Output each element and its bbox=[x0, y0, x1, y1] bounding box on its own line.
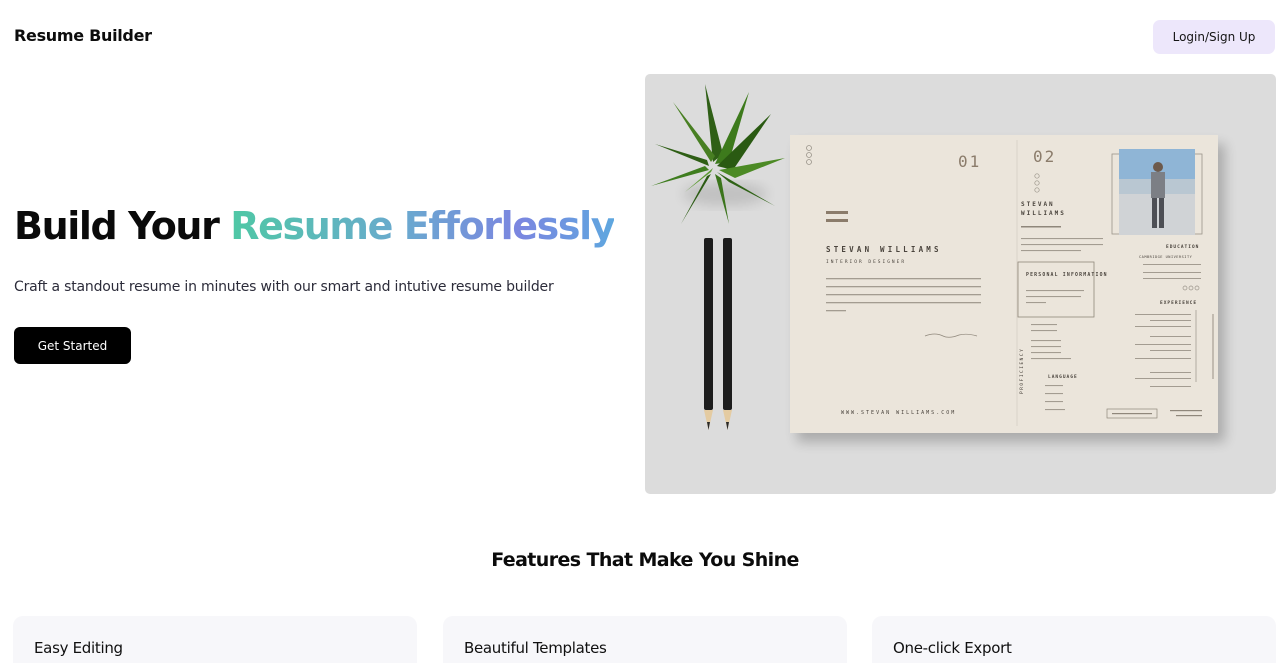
hero-subtitle: Craft a standout resume in minutes with … bbox=[14, 279, 554, 295]
proficiency-label: PROFICIENCY bbox=[1019, 348, 1025, 394]
feature-card-beautiful-templates: Beautiful Templates bbox=[443, 616, 847, 663]
hero-title-highlight: Resume Efforlessly bbox=[230, 204, 615, 248]
hero-image: 01 STEVAN WILLIAMS INTERIOR DESIGNER WWW… bbox=[645, 74, 1276, 494]
page-one-number: 01 bbox=[958, 152, 981, 171]
education-school: CAMBRIDGE UNIVERSITY bbox=[1139, 255, 1193, 259]
resume-last-name: WILLIAMS bbox=[1021, 210, 1066, 217]
plant-decor bbox=[651, 84, 785, 224]
top-nav: Resume Builder Login/Sign Up bbox=[0, 0, 1280, 74]
login-signup-button[interactable]: Login/Sign Up bbox=[1153, 20, 1275, 54]
features-heading: Features That Make You Shine bbox=[491, 549, 799, 571]
feature-card-easy-editing: Easy Editing bbox=[13, 616, 417, 663]
hero-title-plain: Build Your bbox=[14, 204, 231, 248]
education-heading: EDUCATION bbox=[1166, 244, 1199, 250]
resume-first-name: STEVAN bbox=[1021, 201, 1055, 208]
page-two-number: 02 bbox=[1033, 147, 1056, 166]
resume-name: STEVAN WILLIAMS bbox=[826, 245, 942, 254]
feature-card-title: Easy Editing bbox=[34, 639, 123, 657]
hero-title: Build Your Resume Efforlessly bbox=[14, 204, 615, 248]
resume-website: WWW.STEVAN WILLIAMS.COM bbox=[841, 410, 956, 416]
personal-info-heading: PERSONAL INFORMATION bbox=[1026, 272, 1108, 278]
brand-logo[interactable]: Resume Builder bbox=[14, 26, 152, 45]
resume-mockup-illustration: 01 STEVAN WILLIAMS INTERIOR DESIGNER WWW… bbox=[651, 84, 1225, 442]
feature-card-title: One-click Export bbox=[893, 639, 1012, 657]
feature-card-title: Beautiful Templates bbox=[464, 639, 607, 657]
feature-card-one-click-export: One-click Export bbox=[872, 616, 1276, 663]
get-started-button[interactable]: Get Started bbox=[14, 327, 131, 364]
experience-heading: EXPERIENCE bbox=[1160, 300, 1197, 306]
resume-role: INTERIOR DESIGNER bbox=[826, 259, 906, 265]
language-heading: LANGUAGE bbox=[1048, 374, 1078, 380]
pencils-decor bbox=[704, 238, 732, 430]
